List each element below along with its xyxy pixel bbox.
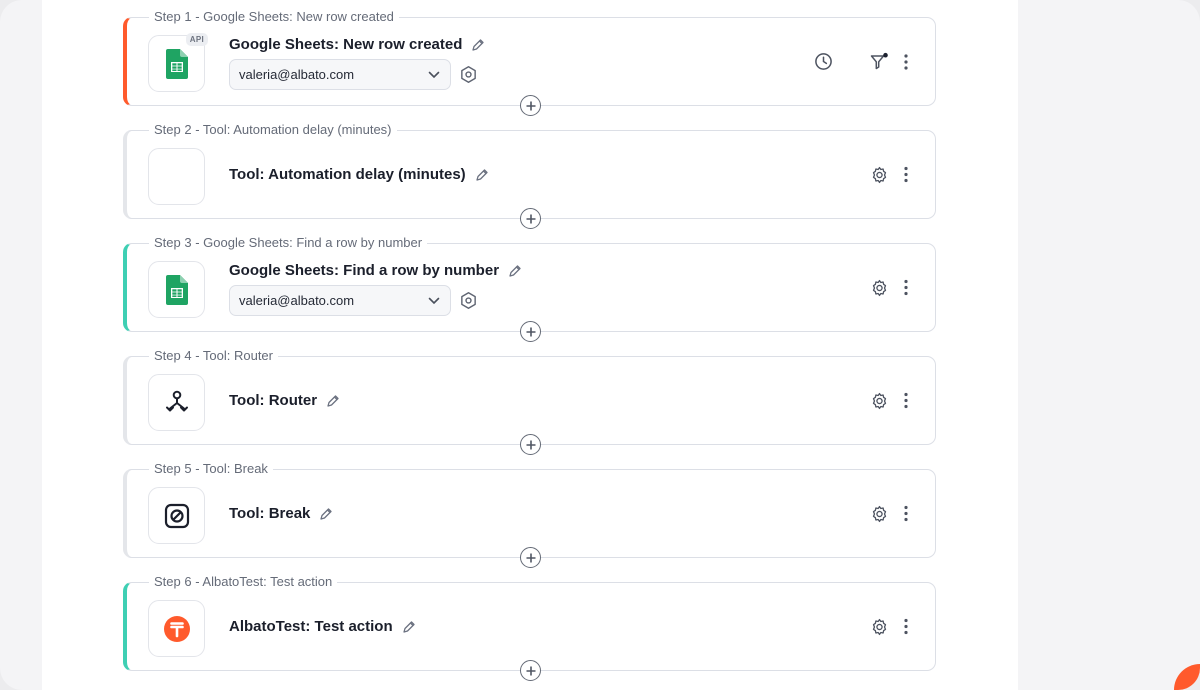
- more-vertical-icon[interactable]: [903, 166, 909, 184]
- account-value: valeria@albato.com: [239, 293, 355, 308]
- step-title: Tool: Automation delay (minutes): [229, 166, 466, 183]
- step-app-icon: [148, 487, 205, 544]
- step-card-5[interactable]: Step 5 - Tool: Break Tool: Break: [123, 461, 936, 568]
- step-label: Step 3 - Google Sheets: Find a row by nu…: [149, 235, 428, 251]
- edit-pencil-icon[interactable]: [319, 507, 333, 521]
- step-title: Tool: Router: [229, 392, 318, 409]
- step-label: Step 6 - AlbatoTest: Test action: [149, 574, 338, 590]
- step-title: Google Sheets: Find a row by number: [229, 262, 500, 279]
- step-label: Step 4 - Tool: Router: [149, 348, 278, 364]
- add-step-button[interactable]: [520, 95, 541, 116]
- step-card-1[interactable]: Step 1 - Google Sheets: New row created …: [123, 9, 936, 116]
- step-card-6[interactable]: Step 6 - AlbatoTest: Test action AlbatoT…: [123, 574, 936, 681]
- account-settings-icon[interactable]: [459, 65, 478, 84]
- chat-widget-corner[interactable]: [1174, 664, 1200, 690]
- edit-pencil-icon[interactable]: [326, 394, 340, 408]
- account-value: valeria@albato.com: [239, 67, 355, 82]
- plus-icon: [526, 327, 535, 336]
- chevron-down-icon: [428, 297, 440, 304]
- step-app-icon: [148, 374, 205, 431]
- plus-icon: [526, 214, 535, 223]
- add-step-button[interactable]: [520, 321, 541, 342]
- plus-icon: [526, 101, 535, 110]
- step-app-icon: [148, 148, 205, 205]
- plus-icon: [526, 440, 535, 449]
- account-settings-icon[interactable]: [459, 291, 478, 310]
- more-vertical-icon[interactable]: [903, 53, 909, 71]
- step-card-2[interactable]: Step 2 - Tool: Automation delay (minutes…: [123, 122, 936, 229]
- app-frame: Step 1 - Google Sheets: New row created …: [0, 0, 1200, 690]
- google-sheets-icon: [165, 48, 188, 79]
- step-app-icon: [148, 600, 205, 657]
- more-vertical-icon[interactable]: [903, 279, 909, 297]
- edit-pencil-icon[interactable]: [475, 168, 489, 182]
- edit-pencil-icon[interactable]: [402, 620, 416, 634]
- gear-icon[interactable]: [870, 617, 889, 636]
- edit-pencil-icon[interactable]: [508, 264, 522, 278]
- google-sheets-icon: [165, 274, 188, 305]
- more-vertical-icon[interactable]: [903, 392, 909, 410]
- workflow-canvas: Step 1 - Google Sheets: New row created …: [42, 0, 1018, 690]
- chevron-down-icon: [428, 71, 440, 78]
- edit-pencil-icon[interactable]: [471, 38, 485, 52]
- step-label: Step 2 - Tool: Automation delay (minutes…: [149, 122, 397, 138]
- break-icon: [164, 503, 189, 528]
- add-step-button[interactable]: [520, 434, 541, 455]
- step-app-icon: API: [148, 33, 208, 92]
- gear-icon[interactable]: [870, 165, 889, 184]
- step-card-3[interactable]: Step 3 - Google Sheets: Find a row by nu…: [123, 235, 936, 342]
- step-title: Tool: Break: [229, 505, 311, 522]
- gear-icon[interactable]: [870, 391, 889, 410]
- albato-icon: [163, 615, 190, 642]
- api-badge: API: [185, 33, 208, 46]
- account-select[interactable]: valeria@albato.com: [229, 285, 451, 316]
- router-icon: [165, 390, 188, 411]
- step-label: Step 5 - Tool: Break: [149, 461, 273, 477]
- more-vertical-icon[interactable]: [903, 618, 909, 636]
- step-title: AlbatoTest: Test action: [229, 618, 393, 635]
- filter-icon[interactable]: [869, 52, 889, 72]
- add-step-button[interactable]: [520, 208, 541, 229]
- schedule-clock-icon[interactable]: [814, 52, 833, 71]
- account-select[interactable]: valeria@albato.com: [229, 59, 451, 90]
- more-vertical-icon[interactable]: [903, 505, 909, 523]
- step-app-icon: [148, 261, 205, 318]
- gear-icon[interactable]: [870, 278, 889, 297]
- step-label: Step 1 - Google Sheets: New row created: [149, 9, 399, 25]
- gear-icon[interactable]: [870, 504, 889, 523]
- step-title: Google Sheets: New row created: [229, 36, 463, 53]
- plus-icon: [526, 666, 535, 675]
- step-card-4[interactable]: Step 4 - Tool: Router Tool: Router: [123, 348, 936, 455]
- plus-icon: [526, 553, 535, 562]
- add-step-button[interactable]: [520, 547, 541, 568]
- add-step-button[interactable]: [520, 660, 541, 681]
